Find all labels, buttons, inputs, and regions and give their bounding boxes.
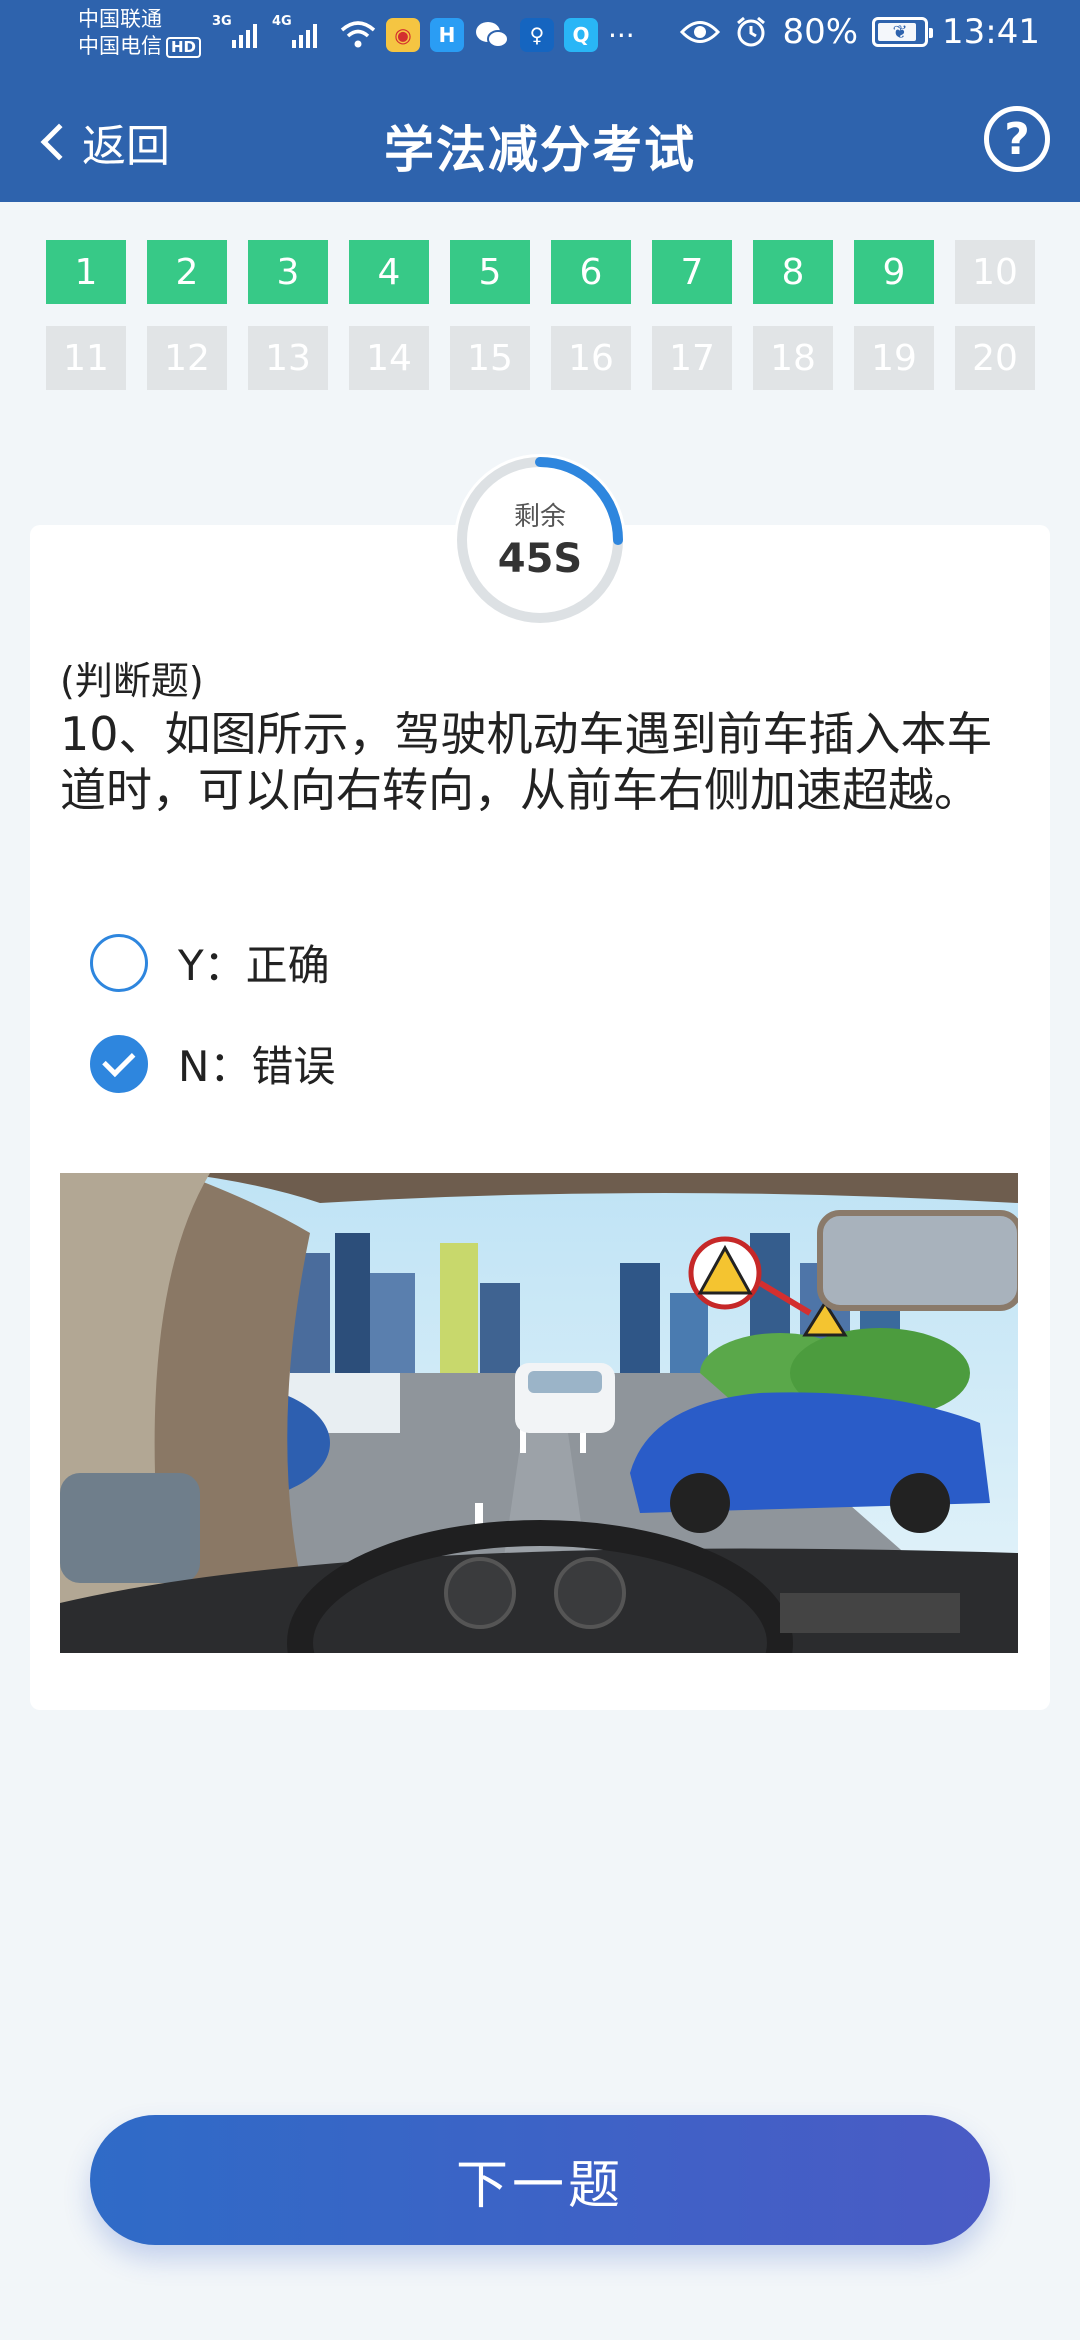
question-number-12[interactable]: 12 <box>147 326 227 390</box>
question-text: 10、如图所示，驾驶机动车遇到前车插入本车道时，可以向右转向，从前车右侧加速超越… <box>60 707 993 817</box>
question-number-grid: 1 2 3 4 5 6 7 8 9 10 11 12 13 14 15 16 17 18 19 20 <box>46 240 1036 390</box>
help-button[interactable]: ? <box>984 106 1050 172</box>
carrier-info: 中国联通 中国电信 HD <box>78 6 202 60</box>
question-number-11[interactable]: 11 <box>46 326 126 390</box>
question-number-16[interactable]: 16 <box>551 326 631 390</box>
question-number-7[interactable]: 7 <box>652 240 732 304</box>
bulb-app-icon: ♀ <box>520 18 554 52</box>
app-h-icon: H <box>430 18 464 52</box>
question-number-8[interactable]: 8 <box>753 240 833 304</box>
alarm-icon <box>737 16 766 47</box>
option-no-label: N：错误 <box>178 1042 336 1091</box>
question-number-1[interactable]: 1 <box>46 240 126 304</box>
timer-value: 45S <box>497 536 583 582</box>
battery-percent: 80% <box>782 12 859 52</box>
question-number-19[interactable]: 19 <box>854 326 934 390</box>
clock: 13:41 <box>942 12 1040 52</box>
carrier-2: 中国电信 <box>78 34 162 58</box>
status-right: 80% ❦ 13:41 <box>680 12 1040 52</box>
more-notifications-icon: ··· <box>608 18 635 52</box>
next-question-button[interactable]: 下一题 <box>90 2115 990 2245</box>
question-number-2[interactable]: 2 <box>147 240 227 304</box>
question-number-9[interactable]: 9 <box>854 240 934 304</box>
eye-icon <box>680 21 721 43</box>
search-app-icon: Q <box>564 18 598 52</box>
question-number-18[interactable]: 18 <box>753 326 833 390</box>
question-illustration <box>60 1173 1018 1653</box>
question-number-10[interactable]: 10 <box>955 240 1035 304</box>
question-number-3[interactable]: 3 <box>248 240 328 304</box>
radio-checked-icon[interactable] <box>90 1034 148 1093</box>
battery-icon: ❦ <box>872 17 934 47</box>
driving-scene-image <box>60 1173 1018 1653</box>
status-bar: 中国联通 中国电信 HD 3G 4G ◉ H ♀ Q ··· 80% ❦ 13:4… <box>0 0 1080 70</box>
nav-bar: 返回 学法减分考试 ? <box>0 88 1080 198</box>
wifi-icon <box>340 21 376 48</box>
question-number-13[interactable]: 13 <box>248 326 328 390</box>
wechat-icon <box>476 22 509 48</box>
option-yes-label: Y：正确 <box>178 941 330 990</box>
page-title: 学法减分考试 <box>384 121 696 179</box>
countdown-timer: 剩余 45S <box>454 454 626 626</box>
question-number-6[interactable]: 6 <box>551 240 631 304</box>
header: 中国联通 中国电信 HD 3G 4G ◉ H ♀ Q ··· 80% ❦ 13:4… <box>0 0 1080 202</box>
signal-4g-icon: 4G <box>272 14 317 48</box>
weibo-icon: ◉ <box>386 18 420 52</box>
carrier-1: 中国联通 <box>78 7 162 31</box>
timer-label: 剩余 <box>513 502 566 532</box>
hd-badge: HD <box>166 36 202 58</box>
question-number-4[interactable]: 4 <box>349 240 429 304</box>
question-number-15[interactable]: 15 <box>450 326 530 390</box>
question-number-5[interactable]: 5 <box>450 240 530 304</box>
question-number-20[interactable]: 20 <box>955 326 1035 390</box>
radio-unchecked-icon[interactable] <box>90 933 148 992</box>
option-yes[interactable]: Y：正确 <box>90 932 330 993</box>
question-number-17[interactable]: 17 <box>652 326 732 390</box>
question-type: (判断题) <box>60 659 204 703</box>
notification-icons: ◉ H ♀ Q ··· <box>340 18 635 52</box>
question-number-14[interactable]: 14 <box>349 326 429 390</box>
option-no[interactable]: N：错误 <box>90 1033 335 1094</box>
signal-3g-icon: 3G <box>212 14 257 48</box>
